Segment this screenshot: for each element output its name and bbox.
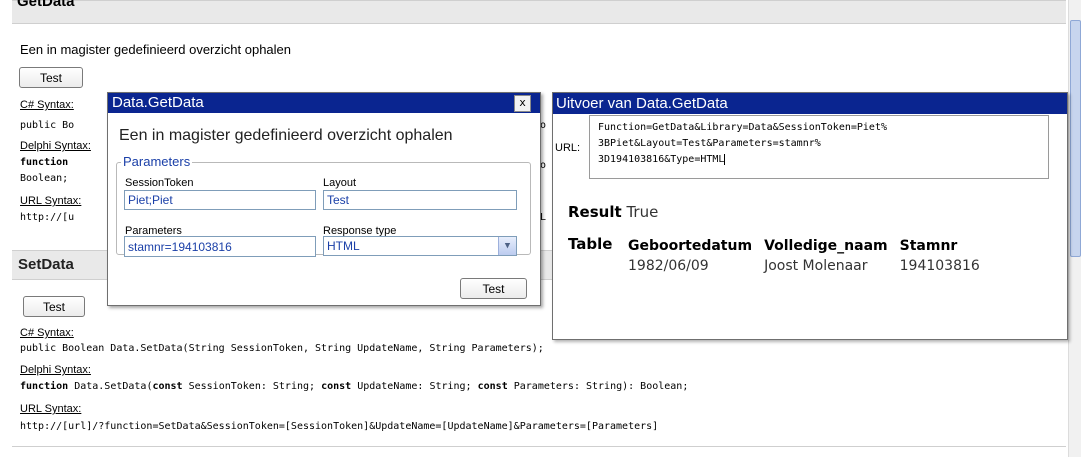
setdata-csharp-label: C# Syntax: xyxy=(20,327,74,339)
getdata-section-title: GetData xyxy=(17,0,75,10)
getdata-url-label: URL Syntax: xyxy=(20,195,82,207)
delphi-code-part: UpdateName: String; xyxy=(351,381,478,392)
scrollbar-thumb[interactable] xyxy=(1070,20,1081,257)
delphi-code-part: Data.SetData( xyxy=(68,381,153,392)
table-header: Volledige_naam xyxy=(764,238,888,254)
getdata-delphi-code-2: Boolean; xyxy=(20,173,69,184)
layout-label: Layout xyxy=(323,177,357,189)
output-title-bar[interactable]: Uitvoer van Data.GetData xyxy=(553,93,1067,114)
table-cell: 194103816 xyxy=(899,258,980,274)
getdata-delphi-code: function xyxy=(20,157,69,168)
table-header: Stamnr xyxy=(899,238,958,254)
setdata-url-label: URL Syntax: xyxy=(20,403,82,415)
setdata-delphi-code: function Data.SetData(const SessionToken… xyxy=(20,381,688,392)
setdata-test-button[interactable]: Test xyxy=(23,296,85,317)
layout-input[interactable] xyxy=(323,190,517,210)
dialog-title-bar[interactable]: Data.GetData xyxy=(108,93,540,113)
result-table: Geboortedatum Volledige_naam Stamnr 1982… xyxy=(622,236,986,276)
delphi-keyword: function xyxy=(20,381,69,392)
getdata-csharp-code: public Bo xyxy=(20,120,75,131)
delphi-keyword: const xyxy=(152,381,183,392)
setdata-csharp-code: public Boolean Data.SetData(String Sessi… xyxy=(20,343,544,354)
close-icon[interactable]: x xyxy=(514,95,531,112)
url-line: 3BPiet&Layout=Test&Parameters=stamnr% xyxy=(598,138,821,149)
result-line: Result True xyxy=(568,203,658,221)
dialog-title: Data.GetData xyxy=(112,94,204,111)
table-header-row: Geboortedatum Volledige_naam Stamnr xyxy=(622,236,986,256)
delphi-code-part: SessionToken: String; xyxy=(182,381,322,392)
output-url-text: Function=GetData&Library=Data&SessionTok… xyxy=(598,120,887,168)
table-row: 1982/06/09 Joost Molenaar 194103816 xyxy=(622,256,986,276)
getdata-delphi-label: Delphi Syntax: xyxy=(20,140,91,152)
getdata-csharp-label: C# Syntax: xyxy=(20,99,74,111)
table-label: Table xyxy=(568,235,613,253)
response-type-select[interactable]: HTML ▼ xyxy=(323,236,517,256)
response-type-value: HTML xyxy=(327,239,360,253)
dialog-description: Een in magister gedefinieerd overzicht o… xyxy=(119,127,453,144)
url-line: 3D194103816&Type=HTML xyxy=(598,153,726,165)
section-divider xyxy=(12,446,1066,447)
delphi-keyword: const xyxy=(321,381,352,392)
parameters-input[interactable] xyxy=(124,236,316,257)
result-value: True xyxy=(626,203,659,221)
dialog-test-button[interactable]: Test xyxy=(460,278,527,299)
page-scrollbar[interactable] xyxy=(1068,0,1081,457)
getdata-url-code: http://[u xyxy=(20,212,75,223)
output-title: Uitvoer van Data.GetData xyxy=(556,95,728,112)
table-cell: Joost Molenaar xyxy=(764,258,868,274)
getdata-test-button[interactable]: Test xyxy=(19,67,83,88)
result-label: Result xyxy=(568,203,622,221)
session-token-input[interactable] xyxy=(124,190,316,210)
delphi-keyword: const xyxy=(477,381,508,392)
setdata-delphi-label: Delphi Syntax: xyxy=(20,364,91,376)
url-line: Function=GetData&Library=Data&SessionTok… xyxy=(598,122,887,133)
text-cursor xyxy=(724,153,726,165)
getdata-dialog: Data.GetData x Een in magister gedefinie… xyxy=(107,92,541,306)
setdata-url-code: http://[url]/?function=SetData&SessionTo… xyxy=(20,421,659,432)
chevron-down-icon[interactable]: ▼ xyxy=(498,237,516,255)
output-url-label: URL: xyxy=(555,142,581,154)
table-cell: 1982/06/09 xyxy=(628,258,709,274)
delphi-code-part: Parameters: String): Boolean; xyxy=(507,381,689,392)
setdata-section-title: SetData xyxy=(18,256,74,273)
parameters-fieldset: Parameters SessionToken Layout Parameter… xyxy=(116,154,531,257)
getdata-description: Een in magister gedefinieerd overzicht o… xyxy=(20,42,292,57)
table-header: Geboortedatum xyxy=(628,238,753,254)
session-token-label: SessionToken xyxy=(125,177,194,189)
getdata-section-header: GetData xyxy=(12,0,1066,24)
output-panel: Uitvoer van Data.GetData URL: Function=G… xyxy=(552,92,1068,340)
output-url-box[interactable]: Function=GetData&Library=Data&SessionTok… xyxy=(589,115,1049,179)
parameters-legend: Parameters xyxy=(121,154,193,169)
